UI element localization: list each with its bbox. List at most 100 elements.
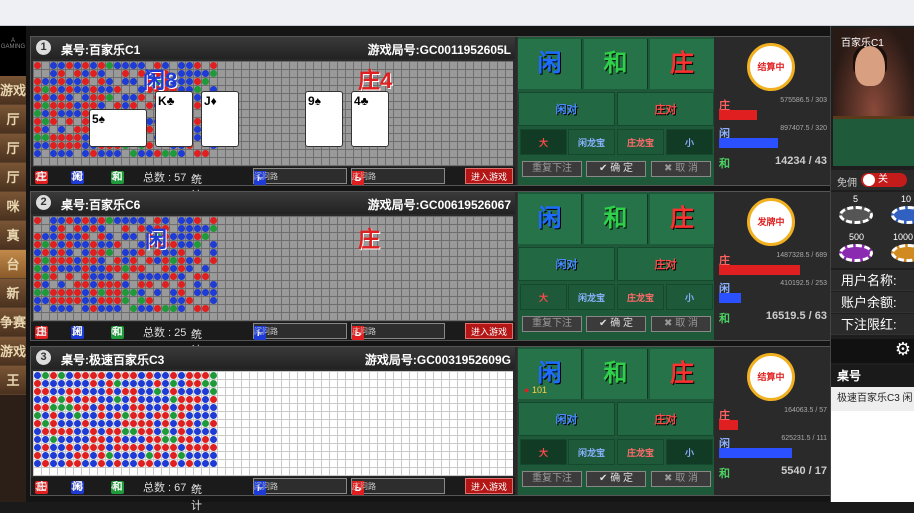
bet-big[interactable]: 大 xyxy=(520,284,567,310)
bet-banker-pair[interactable]: 庄对 xyxy=(617,92,714,126)
bet-player[interactable]: 闲 xyxy=(518,39,582,89)
bet-big[interactable]: 大 xyxy=(520,439,567,465)
card-face: 4♣ xyxy=(354,94,369,108)
bet-small[interactable]: 小 xyxy=(666,439,713,465)
chip-selector: 5 10 500 1000 xyxy=(831,192,914,268)
nav-item-10[interactable]: 王 xyxy=(0,366,26,395)
road-bead xyxy=(122,102,129,109)
player-ask-road-button[interactable]: P 闲问路 ○●⟋ xyxy=(253,478,347,495)
road-bead xyxy=(74,388,81,395)
bet-player-pair[interactable]: 闲对 xyxy=(518,92,615,126)
bet-small[interactable]: 小 xyxy=(666,129,713,155)
nav-item-1[interactable]: 厅 xyxy=(0,105,26,134)
banker-ask-road-button[interactable]: B 庄问路 ○●⟋ xyxy=(351,168,445,185)
road-bead xyxy=(138,281,145,288)
nav-item-5[interactable]: 真 xyxy=(0,221,26,250)
road-bead xyxy=(42,94,49,101)
bet-banker[interactable]: 庄 xyxy=(650,194,714,244)
chip-500[interactable] xyxy=(839,244,873,262)
bet-big[interactable]: 大 xyxy=(520,129,567,155)
road-bead xyxy=(66,257,73,264)
nav-item-9[interactable]: 游戏 xyxy=(0,337,26,366)
nav-item-2[interactable]: 厅 xyxy=(0,134,26,163)
repeat-bet-button[interactable]: 重复下注 xyxy=(522,161,582,177)
repeat-bet-button[interactable]: 重复下注 xyxy=(522,471,582,487)
bet-small[interactable]: 小 xyxy=(666,284,713,310)
road-bead xyxy=(202,452,209,459)
bet-tie[interactable]: 和 xyxy=(584,39,648,89)
banker-ask-road-button[interactable]: B 庄问路 ○●⟋ xyxy=(351,478,445,495)
bet-banker-pair[interactable]: 庄对 xyxy=(617,402,714,436)
nav-item-7[interactable]: 新 xyxy=(0,279,26,308)
bet-player[interactable]: 闲 xyxy=(518,194,582,244)
confirm-button[interactable]: ✔ 确 定 xyxy=(586,471,646,487)
road-bead xyxy=(50,388,57,395)
road-bead xyxy=(178,404,185,411)
road-bead xyxy=(162,305,169,312)
road-bead xyxy=(114,281,121,288)
bet-banker-dragon[interactable]: 庄龙宝 xyxy=(617,129,664,155)
nav-item-3[interactable]: 厅 xyxy=(0,163,26,192)
road-bead xyxy=(114,86,121,93)
enter-game-button[interactable]: 进入游戏 xyxy=(465,323,513,339)
road-bead xyxy=(42,281,49,288)
bet-player-dragon[interactable]: 闲龙宝 xyxy=(568,439,615,465)
road-bead xyxy=(74,217,81,224)
nav-item-4[interactable]: 咪 xyxy=(0,192,26,221)
road-bead xyxy=(170,444,177,451)
bet-player-dragon[interactable]: 闲龙宝 xyxy=(568,284,615,310)
commission-free-row: 免佣 关 xyxy=(831,170,914,190)
bet-banker[interactable]: 庄 xyxy=(650,39,714,89)
road-bead xyxy=(82,257,89,264)
nav-item-8[interactable]: 争赛 xyxy=(0,308,26,337)
live-video[interactable]: 百家乐C1 xyxy=(833,28,914,166)
cancel-button[interactable]: ✖ 取 消 xyxy=(651,316,711,332)
list-item[interactable]: 极速百家乐C3 闲 xyxy=(831,387,914,411)
table-header: 2 桌号:百家乐C6 游戏局号:GC00619526067 xyxy=(31,192,515,214)
road-bead xyxy=(114,102,121,109)
gear-icon[interactable]: ⚙ xyxy=(895,339,911,359)
card-face: 9♠ xyxy=(308,94,322,108)
road-bead xyxy=(66,436,73,443)
road-bead xyxy=(170,396,177,403)
bet-banker[interactable]: 庄 xyxy=(650,349,714,399)
road-bead xyxy=(114,428,121,435)
confirm-button[interactable]: ✔ 确 定 xyxy=(586,161,646,177)
bet-banker-dragon[interactable]: 庄龙宝 xyxy=(617,284,664,310)
nav-item-0[interactable]: 游戏 xyxy=(0,76,26,105)
bet-player-dragon[interactable]: 闲龙宝 xyxy=(568,129,615,155)
player-ask-road-button[interactable]: P 闲问路 ○●⟋ xyxy=(253,168,347,185)
chip-10[interactable] xyxy=(891,206,914,224)
road-bead xyxy=(58,404,65,411)
nav-item-6[interactable]: 台 xyxy=(0,250,26,279)
bet-player-pair[interactable]: 闲对 xyxy=(518,247,615,281)
road-bead xyxy=(82,62,89,69)
road-bead xyxy=(34,444,41,451)
enter-game-button[interactable]: 进入游戏 xyxy=(465,478,513,494)
banker-ask-road-button[interactable]: B 庄问路 ○●⟋ xyxy=(351,323,445,340)
chip-1000[interactable] xyxy=(891,244,914,262)
road-bead xyxy=(98,62,105,69)
player-result: 闲 xyxy=(145,227,168,252)
cancel-button[interactable]: ✖ 取 消 xyxy=(651,471,711,487)
bet-banker-pair[interactable]: 庄对 xyxy=(617,247,714,281)
road-bead xyxy=(34,126,41,133)
bet-tie[interactable]: 和 xyxy=(584,349,648,399)
road-bead xyxy=(58,412,65,419)
cancel-button[interactable]: ✖ 取 消 xyxy=(651,161,711,177)
bet-tie[interactable]: 和 xyxy=(584,194,648,244)
bet-banker-dragon[interactable]: 庄龙宝 xyxy=(617,439,664,465)
confirm-button[interactable]: ✔ 确 定 xyxy=(586,316,646,332)
bet-player-pair[interactable]: 闲对 xyxy=(518,402,615,436)
repeat-bet-button[interactable]: 重复下注 xyxy=(522,316,582,332)
road-bead xyxy=(178,233,185,240)
player-ask-road-button[interactable]: P 闲问路 ○●⟋ xyxy=(253,323,347,340)
road-bead xyxy=(178,396,185,403)
enter-game-button[interactable]: 进入游戏 xyxy=(465,168,513,184)
road-bead xyxy=(82,428,89,435)
commission-free-toggle[interactable]: 关 xyxy=(861,173,907,187)
chip-5[interactable] xyxy=(839,206,873,224)
road-bead xyxy=(194,94,201,101)
road-bead xyxy=(178,289,185,296)
road-bead xyxy=(82,460,89,467)
